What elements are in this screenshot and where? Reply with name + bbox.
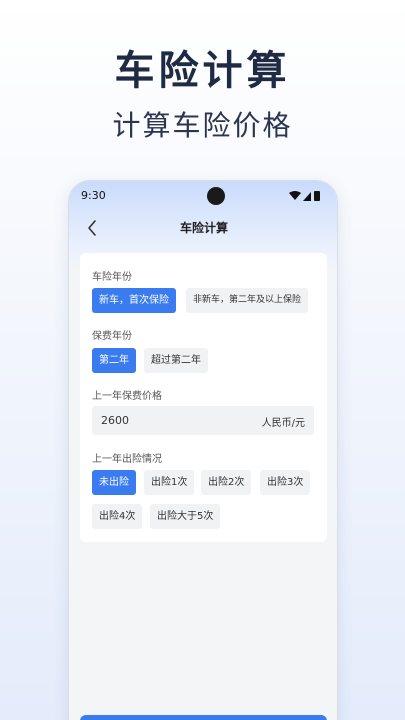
- nav-bar: 车险计算: [69, 215, 337, 241]
- form-card: 车险年份 新车，首次保险 非新车，第二年及以上保险 保费年份 第二年 超过第二年…: [80, 253, 327, 542]
- claims-option-1[interactable]: 出险1次: [144, 470, 195, 495]
- status-bar: 9:30: [81, 187, 325, 205]
- premium-year-option-second[interactable]: 第二年: [92, 348, 136, 373]
- premium-year-option-beyond[interactable]: 超过第二年: [144, 348, 208, 373]
- nav-title: 车险计算: [179, 221, 228, 235]
- signal-icon: [303, 192, 311, 201]
- last-year-price-label: 上一年保费价格: [92, 391, 162, 402]
- insurance-year-label: 车险年份: [92, 272, 132, 283]
- phone-frame: 9:30 车险计算 车险年份 新车，首次保险 非新车，第二年及以上保险 保费年份…: [68, 180, 338, 720]
- claims-option-5-plus[interactable]: 出险大于5次: [150, 504, 221, 529]
- wifi-icon: [289, 191, 301, 200]
- claims-label: 上一年出险情况: [92, 454, 162, 465]
- hero-subtitle: 计算车险价格: [112, 109, 293, 142]
- camera-cutout: [207, 187, 225, 205]
- status-icons: [289, 191, 320, 201]
- insurance-year-option-renewal[interactable]: 非新车，第二年及以上保险: [186, 288, 309, 313]
- battery-icon: [314, 191, 320, 201]
- status-time: 9:30: [81, 189, 106, 202]
- claims-option-2[interactable]: 出险2次: [201, 470, 252, 495]
- last-year-price-value: 2600: [101, 414, 129, 427]
- premium-year-label: 保费年份: [92, 331, 132, 342]
- claims-option-4[interactable]: 出险4次: [92, 504, 143, 529]
- last-year-price-input[interactable]: 2600 人民币/元: [92, 406, 314, 435]
- calculate-button[interactable]: [80, 715, 327, 720]
- claims-option-none[interactable]: 未出险: [92, 470, 136, 495]
- last-year-price-unit: 人民币/元: [261, 418, 305, 429]
- hero-title: 车险计算: [114, 48, 291, 94]
- claims-option-3[interactable]: 出险3次: [260, 470, 311, 495]
- insurance-year-option-new[interactable]: 新车，首次保险: [92, 288, 176, 313]
